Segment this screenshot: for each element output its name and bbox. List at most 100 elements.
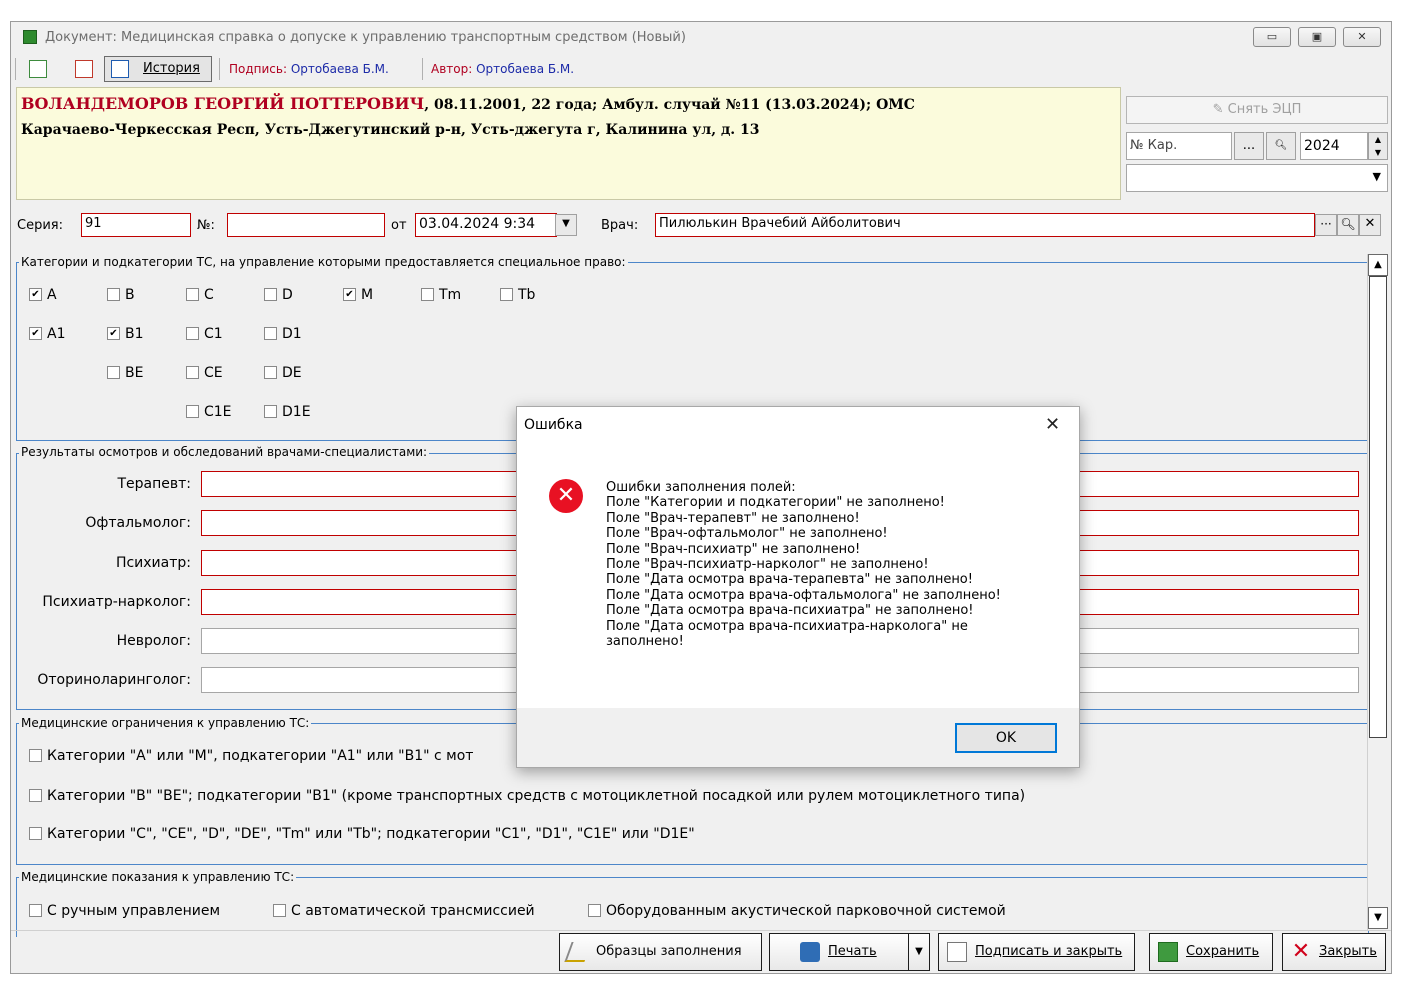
checkbox-label: Tm [439, 287, 462, 303]
history-button[interactable]: История [104, 56, 212, 82]
restriction-checkbox-a-m[interactable]: Категории "A" или "M", подкатегории "A1"… [29, 748, 473, 764]
indication-checkbox-manual[interactable]: С ручным управлением [29, 903, 220, 919]
ok-button[interactable]: OK [955, 723, 1057, 753]
checkbox-label: A1 [47, 326, 66, 342]
signature-label: Подпись: [229, 62, 288, 76]
close-button[interactable]: ✕ Закрыть [1282, 933, 1386, 971]
signature-info: Подпись: Ортобаева Б.М. [229, 62, 389, 76]
checkbox-box: ✔ [107, 326, 120, 340]
print-button[interactable]: Печать [769, 933, 909, 971]
category-checkbox-be[interactable]: BE [107, 365, 143, 381]
samples-button[interactable]: Образцы заполнения [559, 933, 762, 971]
doctor-clear-button[interactable]: ✕ [1359, 214, 1381, 236]
checkbox-label: C [204, 287, 214, 303]
card-search-button[interactable]: 🔍︎ [1266, 132, 1296, 160]
narcologist-label: Психиатр-нарколог: [42, 594, 191, 610]
message-line: заполнено! [606, 634, 684, 650]
category-checkbox-ce[interactable]: CE [186, 365, 223, 381]
category-checkbox-tm[interactable]: Tm [421, 287, 461, 303]
message-line: Поле "Категории и подкатегории" не запол… [606, 495, 945, 511]
checkbox-box [264, 365, 277, 379]
sign-close-button[interactable]: Подписать и закрыть [938, 933, 1135, 971]
checkbox-box [186, 326, 199, 340]
checkbox-label: B [125, 287, 135, 303]
date-dropdown-button[interactable]: ▼ [555, 214, 577, 236]
patient-address: Карачаево-Черкесская Респ, Усть-Джегутин… [21, 122, 760, 138]
window-title: Документ: Медицинская справка о допуске … [45, 30, 686, 45]
message-line: Поле "Врач-терапевт" не заполнено! [606, 510, 860, 526]
card-number-input[interactable]: № Кар. [1126, 132, 1232, 160]
category-checkbox-b1[interactable]: ✔ B1 [107, 326, 144, 342]
dialog-footer: OK [517, 708, 1079, 767]
dialog-close-button[interactable]: ✕ [1045, 414, 1060, 435]
doctor-ellipsis-button[interactable]: ··· [1315, 214, 1337, 236]
patient-info-panel: ВОЛАНДЕМОРОВ ГЕОРГИЙ ПОТТЕРОВИЧ, 08.11.2… [16, 87, 1121, 200]
close-window-button[interactable]: ✕ [1343, 27, 1381, 47]
message-line: Ошибки заполнения полей: [606, 480, 796, 495]
save-icon [1158, 942, 1178, 962]
doctor-input[interactable]: Пилюлькин Врачебий Айболитович [655, 213, 1315, 237]
restriction-checkbox-b-be[interactable]: Категории "B" "BE"; подкатегории "B1" (к… [29, 788, 1025, 804]
checkbox-label: BE [125, 365, 144, 381]
checkbox-label: Оборудованным акустической парковочной с… [606, 903, 1006, 919]
indication-checkbox-automatic[interactable]: С автоматической трансмиссией [273, 903, 535, 919]
checkbox-box: ✔ [343, 287, 356, 301]
year-input[interactable]: 2024 [1300, 132, 1368, 160]
unsign-doc-button[interactable] [69, 56, 99, 82]
checkbox-box [29, 748, 42, 762]
category-checkbox-c1e[interactable]: C1E [186, 404, 232, 420]
category-checkbox-d1e[interactable]: D1E [264, 404, 311, 420]
series-input[interactable]: 91 [81, 213, 191, 237]
patient-header: ВОЛАНДЕМОРОВ ГЕОРГИЙ ПОТТЕРОВИЧ, 08.11.2… [21, 94, 915, 113]
toolbar-separator [422, 58, 423, 80]
restriction-checkbox-c-d[interactable]: Категории "C", "CE", "D", "DE", "Tm" или… [29, 826, 695, 842]
save-button[interactable]: Сохранить [1149, 933, 1273, 971]
chevron-down-icon: ▼ [915, 946, 923, 957]
category-checkbox-m[interactable]: ✔ M [343, 287, 373, 303]
category-checkbox-a1[interactable]: ✔ A1 [29, 326, 65, 342]
indication-checkbox-parking[interactable]: Оборудованным акустической парковочной с… [588, 903, 1006, 919]
checkbox-label: CE [204, 365, 223, 381]
indications-group-title: Медицинские показания к управлению ТС: [19, 870, 297, 884]
message-line: Поле "Врач-офтальмолог" не заполнено! [606, 526, 888, 542]
print-dropdown-button[interactable]: ▼ [908, 933, 930, 971]
print-label: Печать [828, 944, 877, 959]
app-icon [23, 30, 37, 44]
category-checkbox-d1[interactable]: D1 [264, 326, 302, 342]
psychiatrist-label: Психиатр: [115, 555, 191, 571]
scroll-up-button[interactable]: ▲ [1368, 254, 1388, 276]
date-from-label: от [391, 218, 407, 233]
checkbox-label: M [361, 287, 374, 303]
sign-doc-button[interactable] [23, 56, 53, 82]
year-spinner[interactable]: ▲ ▼ [1368, 132, 1388, 160]
number-input[interactable] [227, 213, 385, 237]
remove-eds-label: Снять ЭЦП [1227, 102, 1302, 117]
category-checkbox-c1[interactable]: C1 [186, 326, 223, 342]
doctor-label: Врач: [601, 218, 639, 233]
category-checkbox-d[interactable]: D [264, 287, 293, 303]
toolbar-separator [219, 58, 220, 80]
scroll-thumb[interactable] [1369, 276, 1387, 738]
author-value: Ортобаева Б.М. [476, 62, 575, 76]
extra-select[interactable]: ▼ [1126, 164, 1388, 192]
category-checkbox-tb[interactable]: Tb [500, 287, 535, 303]
restore-button[interactable]: ▣ [1298, 27, 1336, 47]
doctor-search-button[interactable]: 🔍︎ [1337, 214, 1359, 236]
neurologist-label: Невролог: [116, 633, 191, 649]
minimize-button[interactable]: ▭ [1253, 27, 1291, 47]
category-checkbox-de[interactable]: DE [264, 365, 302, 381]
card-ellipsis-button[interactable]: ... [1234, 132, 1264, 160]
checkbox-box [29, 826, 42, 840]
scroll-down-button[interactable]: ▼ [1368, 907, 1388, 929]
category-checkbox-b[interactable]: B [107, 287, 135, 303]
checkbox-box: ✔ [29, 287, 42, 301]
checkbox-label: D1E [282, 404, 311, 420]
checkbox-label: B1 [125, 326, 144, 342]
category-checkbox-c[interactable]: C [186, 287, 214, 303]
therapist-label: Терапевт: [117, 476, 191, 492]
remove-eds-button[interactable]: ✎ Снять ЭЦП [1126, 96, 1388, 124]
date-input[interactable]: 03.04.2024 9:34 [415, 213, 557, 237]
vertical-scrollbar[interactable]: ▲ ▼ [1367, 254, 1388, 930]
results-group-title: Результаты осмотров и обследований врача… [19, 445, 430, 459]
category-checkbox-a[interactable]: ✔ A [29, 287, 57, 303]
